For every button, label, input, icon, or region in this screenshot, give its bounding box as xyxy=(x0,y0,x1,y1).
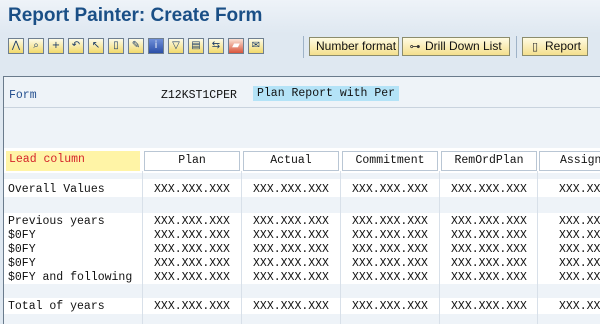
grid-line xyxy=(241,171,242,324)
variables-icon[interactable]: ▤ xyxy=(188,38,204,54)
notes-icon[interactable]: ✉ xyxy=(248,38,264,54)
row-separator xyxy=(4,173,600,179)
cell-value[interactable]: XXX.XXX.XXX xyxy=(441,229,537,242)
cell-value[interactable]: XXX.XXX.XXX xyxy=(342,243,438,256)
cell-value[interactable]: XXX.XXX.XXX xyxy=(441,257,537,270)
filter-icon[interactable]: ▽ xyxy=(168,38,184,54)
pyramid-icon[interactable]: ⋀ xyxy=(8,38,24,54)
row-label-previous-years[interactable]: Previous years xyxy=(8,215,105,228)
form-id[interactable]: Z12KST1CPER xyxy=(161,89,237,102)
row-separator xyxy=(4,284,600,298)
document-icon: ▯ xyxy=(531,40,539,53)
column-header-commitment[interactable]: Commitment xyxy=(342,151,438,171)
cell-value[interactable]: XXX.XXX.XXX xyxy=(342,183,438,196)
cell-value[interactable]: XXX.XXX.XXX xyxy=(144,243,240,256)
window-title: Report Painter: Create Form xyxy=(8,5,263,26)
application-toolbar: ⋀ ⌕ + ↶ ↖ ▯ ✎ i ▽ ▤ ⇆ ▰ ✉ Number format … xyxy=(0,36,600,62)
find-next-icon[interactable]: + xyxy=(48,38,64,54)
cell-value[interactable]: XXX.XXX.XXX xyxy=(539,183,600,196)
form-editor-panel: Form Z12KST1CPER Plan Report with Per Le… xyxy=(3,76,600,324)
edit-icon[interactable]: ✎ xyxy=(128,38,144,54)
report-button[interactable]: ▯ Report xyxy=(522,37,588,56)
cell-value[interactable]: XXX.XXX.XXX xyxy=(539,243,600,256)
cell-value[interactable]: XXX.XXX.XXX xyxy=(539,271,600,284)
grid-line xyxy=(537,171,538,324)
cell-value[interactable]: XXX.XXX.XXX xyxy=(243,229,339,242)
delete-icon[interactable]: ▯ xyxy=(108,38,124,54)
cell-value[interactable]: XXX.XXX.XXX xyxy=(342,215,438,228)
cell-value[interactable]: XXX.XXX.XXX xyxy=(243,257,339,270)
grid-line xyxy=(439,171,440,324)
toolbar-separator xyxy=(516,36,517,58)
cell-value[interactable]: XXX.XXX.XXX xyxy=(342,257,438,270)
cell-value[interactable]: XXX.XXX.XXX xyxy=(539,257,600,270)
cell-value[interactable]: XXX.XXX.XXX xyxy=(441,183,537,196)
drill-down-list-button[interactable]: ⊶ Drill Down List xyxy=(402,37,510,56)
info-icon[interactable]: i xyxy=(148,38,164,54)
row-label-fiscal-year[interactable]: $0FY xyxy=(8,229,36,242)
cell-value[interactable]: XXX.XXX.XXX xyxy=(144,215,240,228)
cell-value[interactable]: XXX.XXX.XXX xyxy=(144,183,240,196)
cell-value[interactable]: XXX.XXX.XXX xyxy=(144,300,240,313)
column-header-actual[interactable]: Actual xyxy=(243,151,339,171)
cell-value[interactable]: XXX.XXX.XXX xyxy=(441,271,537,284)
form-description[interactable]: Plan Report with Per xyxy=(253,86,400,101)
row-separator xyxy=(4,197,600,213)
row-label-fiscal-year[interactable]: $0FY xyxy=(8,243,36,256)
form-header-row: Form Z12KST1CPER Plan Report with Per xyxy=(4,77,600,108)
row-label-fiscal-year[interactable]: $0FY xyxy=(8,257,36,270)
cell-value[interactable]: XXX.XXX.XXX xyxy=(243,271,339,284)
select-icon[interactable]: ↖ xyxy=(88,38,104,54)
row-label-total-of-years[interactable]: Total of years xyxy=(8,300,105,313)
cell-value[interactable]: XXX.XXX.XXX xyxy=(243,300,339,313)
cell-value[interactable]: XXX.XXX.XXX xyxy=(342,300,438,313)
cell-value[interactable]: XXX.XXX.XXX xyxy=(539,300,600,313)
cell-value[interactable]: XXX.XXX.XXX xyxy=(243,183,339,196)
cell-value[interactable]: XXX.XXX.XXX xyxy=(342,229,438,242)
column-header-remordplan[interactable]: RemOrdPlan xyxy=(441,151,537,171)
form-label: Form xyxy=(9,89,37,102)
row-label-fiscal-year-and-following[interactable]: $0FY and following xyxy=(8,271,132,284)
cell-value[interactable]: XXX.XXX.XXX xyxy=(539,229,600,242)
lead-column-header[interactable]: Lead column xyxy=(6,151,140,171)
column-header-assign[interactable]: Assign xyxy=(539,151,600,171)
cell-value[interactable]: XXX.XXX.XXX xyxy=(144,271,240,284)
cell-value[interactable]: XXX.XXX.XXX xyxy=(243,243,339,256)
row-label-overall-values[interactable]: Overall Values xyxy=(8,183,105,196)
cell-value[interactable]: XXX.XXX.XXX xyxy=(441,300,537,313)
grid-line xyxy=(142,171,143,324)
cell-value[interactable]: XXX.XXX.XXX xyxy=(243,215,339,228)
cell-value[interactable]: XXX.XXX.XXX xyxy=(441,215,537,228)
cell-value[interactable]: XXX.XXX.XXX xyxy=(342,271,438,284)
number-format-button[interactable]: Number format xyxy=(309,37,399,56)
cell-value[interactable]: XXX.XXX.XXX xyxy=(441,243,537,256)
column-header-plan[interactable]: Plan xyxy=(144,151,240,171)
cell-value[interactable]: XXX.XXX.XXX xyxy=(144,229,240,242)
undo-icon[interactable]: ↶ xyxy=(68,38,84,54)
cell-value[interactable]: XXX.XXX.XXX xyxy=(539,215,600,228)
transport-icon[interactable]: ▰ xyxy=(228,38,244,54)
number-format-label: Number format xyxy=(316,39,397,53)
cell-value[interactable]: XXX.XXX.XXX xyxy=(144,257,240,270)
expand-icon[interactable]: ⇆ xyxy=(208,38,224,54)
toolbar-separator xyxy=(303,36,304,58)
title-bar: Report Painter: Create Form xyxy=(0,0,600,34)
row-separator xyxy=(4,314,600,324)
grid-line xyxy=(340,171,341,324)
drill-down-icon: ⊶ xyxy=(409,40,421,53)
blank-band xyxy=(4,108,600,148)
drill-down-label: Drill Down List xyxy=(425,39,502,53)
find-icon[interactable]: ⌕ xyxy=(28,38,44,54)
report-label: Report xyxy=(545,39,582,53)
